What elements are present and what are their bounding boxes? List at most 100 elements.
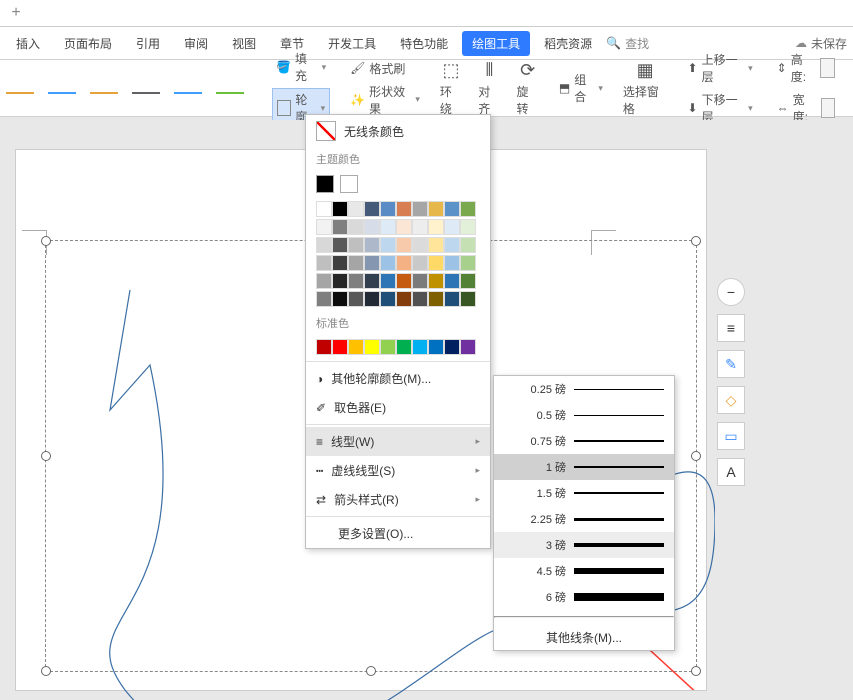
color-cell[interactable] xyxy=(412,237,428,253)
search-button[interactable]: 🔍 查找 xyxy=(606,35,649,52)
color-cell[interactable] xyxy=(348,273,364,289)
color-cell[interactable] xyxy=(364,291,380,307)
width-spinner[interactable] xyxy=(821,98,835,118)
color-cell[interactable] xyxy=(396,201,412,217)
shape-effect-button[interactable]: ✨形状效果▾ xyxy=(346,81,424,119)
color-cell[interactable] xyxy=(332,273,348,289)
weight-item[interactable]: ≡ 线型(W) ▸ xyxy=(306,427,490,456)
menu-insert[interactable]: 插入 xyxy=(6,31,50,56)
more-settings-item[interactable]: 更多设置(O)... xyxy=(306,519,490,548)
weight-3[interactable]: 3 磅 xyxy=(494,532,674,558)
color-cell[interactable] xyxy=(348,201,364,217)
color-cell[interactable] xyxy=(428,255,444,271)
resize-handle[interactable] xyxy=(41,236,51,246)
color-cell[interactable] xyxy=(396,255,412,271)
color-cell[interactable] xyxy=(380,339,396,355)
color-cell[interactable] xyxy=(380,219,396,235)
color-cell[interactable] xyxy=(444,339,460,355)
color-cell[interactable] xyxy=(316,291,332,307)
weight-45[interactable]: 4.5 磅 xyxy=(494,558,674,584)
color-cell[interactable] xyxy=(412,219,428,235)
format-painter-button[interactable]: 🖌格式刷 xyxy=(346,58,424,79)
color-cell[interactable] xyxy=(412,273,428,289)
menu-review[interactable]: 审阅 xyxy=(174,31,218,56)
color-cell[interactable] xyxy=(444,237,460,253)
color-swatch[interactable] xyxy=(6,82,34,94)
color-cell[interactable] xyxy=(412,255,428,271)
color-cell[interactable] xyxy=(444,219,460,235)
fill-button[interactable]: 🪣填充▾ xyxy=(272,48,330,86)
arrow-style-item[interactable]: ⇄ 箭头样式(R) ▸ xyxy=(306,485,490,514)
resize-handle[interactable] xyxy=(691,236,701,246)
height-spinner[interactable] xyxy=(820,58,835,78)
color-cell[interactable] xyxy=(428,273,444,289)
weight-15[interactable]: 1.5 磅 xyxy=(494,480,674,506)
color-cell[interactable] xyxy=(444,255,460,271)
color-cell[interactable] xyxy=(332,291,348,307)
color-cell[interactable] xyxy=(460,273,476,289)
color-cell[interactable] xyxy=(460,219,476,235)
no-line-color-item[interactable]: 无线条颜色 xyxy=(306,115,490,147)
menu-layout[interactable]: 页面布局 xyxy=(54,31,122,56)
color-cell[interactable] xyxy=(332,237,348,253)
color-cell[interactable] xyxy=(380,201,396,217)
menu-reference[interactable]: 引用 xyxy=(126,31,170,56)
color-cell[interactable] xyxy=(460,291,476,307)
menu-resource[interactable]: 稻壳资源 xyxy=(534,31,602,56)
color-cell[interactable] xyxy=(348,237,364,253)
color-white[interactable] xyxy=(340,175,358,193)
resize-handle[interactable] xyxy=(41,451,51,461)
dash-item[interactable]: ┅ 虚线线型(S) ▸ xyxy=(306,456,490,485)
color-cell[interactable] xyxy=(380,291,396,307)
color-cell[interactable] xyxy=(428,237,444,253)
color-cell[interactable] xyxy=(444,201,460,217)
color-cell[interactable] xyxy=(380,273,396,289)
color-swatch[interactable] xyxy=(48,82,76,94)
weight-6[interactable]: 6 磅 xyxy=(494,584,674,610)
color-cell[interactable] xyxy=(348,339,364,355)
color-cell[interactable] xyxy=(380,255,396,271)
color-cell[interactable] xyxy=(316,273,332,289)
weight-225[interactable]: 2.25 磅 xyxy=(494,506,674,532)
color-cell[interactable] xyxy=(332,339,348,355)
rotate-icon[interactable]: ⟳ xyxy=(520,60,535,81)
side-panel-button-2[interactable]: ✎ xyxy=(717,350,745,378)
color-cell[interactable] xyxy=(348,219,364,235)
color-cell[interactable] xyxy=(380,237,396,253)
color-cell[interactable] xyxy=(396,291,412,307)
align-icon[interactable]: ⫴ xyxy=(486,60,494,81)
eyedropper-item[interactable]: ✐ 取色器(E) xyxy=(306,393,490,422)
color-cell[interactable] xyxy=(396,219,412,235)
color-cell[interactable] xyxy=(428,201,444,217)
weight-1[interactable]: 1 磅 xyxy=(494,454,674,480)
color-cell[interactable] xyxy=(364,237,380,253)
menu-view[interactable]: 视图 xyxy=(222,31,266,56)
wrap-icon[interactable]: ⬚ xyxy=(443,60,460,81)
color-cell[interactable] xyxy=(332,219,348,235)
color-cell[interactable] xyxy=(364,339,380,355)
menu-feature[interactable]: 特色功能 xyxy=(390,31,458,56)
color-cell[interactable] xyxy=(396,339,412,355)
bring-forward-button[interactable]: ⬆上移一层▾ xyxy=(684,49,757,87)
color-cell[interactable] xyxy=(412,291,428,307)
color-cell[interactable] xyxy=(364,273,380,289)
color-cell[interactable] xyxy=(460,339,476,355)
height-field[interactable]: ⇕高度: xyxy=(773,49,839,87)
color-cell[interactable] xyxy=(460,255,476,271)
color-cell[interactable] xyxy=(332,201,348,217)
color-cell[interactable] xyxy=(348,255,364,271)
more-colors-item[interactable]: ◑ 其他轮廓颜色(M)... xyxy=(306,364,490,393)
color-cell[interactable] xyxy=(412,201,428,217)
side-panel-button-5[interactable]: A xyxy=(717,458,745,486)
select-pane-icon[interactable]: ▦ xyxy=(637,60,654,81)
group-button[interactable]: ⬒组合▾ xyxy=(555,69,607,107)
menu-drawing-tools[interactable]: 绘图工具 xyxy=(462,31,530,56)
color-cell[interactable] xyxy=(348,291,364,307)
color-cell[interactable] xyxy=(316,255,332,271)
color-cell[interactable] xyxy=(316,339,332,355)
weight-075[interactable]: 0.75 磅 xyxy=(494,428,674,454)
color-cell[interactable] xyxy=(444,291,460,307)
color-swatch[interactable] xyxy=(216,82,244,94)
weight-05[interactable]: 0.5 磅 xyxy=(494,402,674,428)
color-cell[interactable] xyxy=(412,339,428,355)
